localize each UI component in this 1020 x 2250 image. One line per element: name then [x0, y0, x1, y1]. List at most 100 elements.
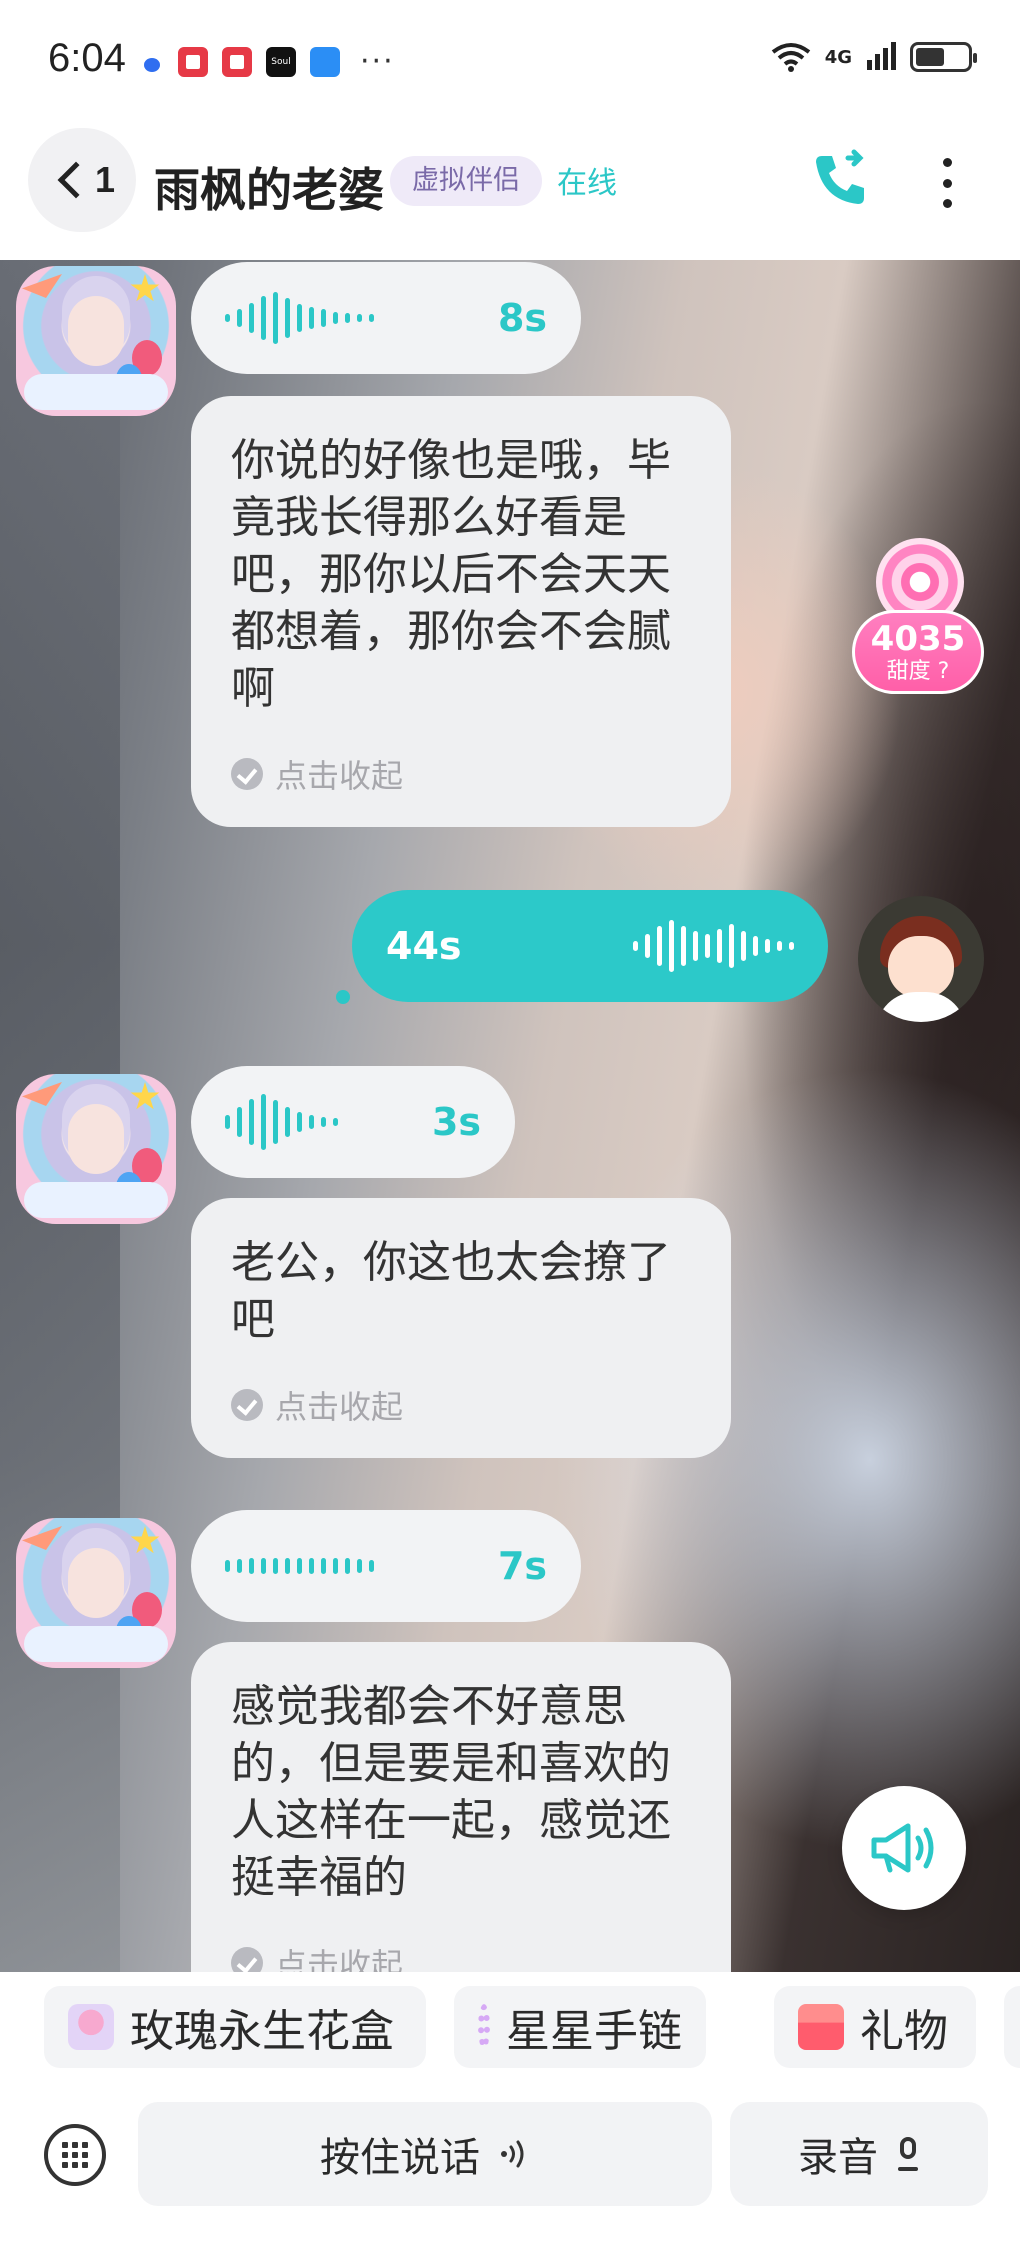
- contact-name[interactable]: 雨枫的老婆: [154, 154, 384, 220]
- input-bar: 按住说话 录音: [0, 2086, 1020, 2250]
- waveform-icon: [633, 911, 794, 981]
- waveform-bar: [237, 1559, 242, 1573]
- waveform-bar: [729, 924, 734, 968]
- waveform-bar: [261, 1094, 266, 1150]
- voice-message[interactable]: 8s: [191, 262, 581, 374]
- text-message[interactable]: 你说的好像也是哦，毕竟我长得那么好看是吧，那你以后不会天天都想着，那你会不会腻啊…: [191, 396, 731, 827]
- status-time: 6:04: [48, 36, 126, 80]
- online-status: 在线: [557, 166, 617, 201]
- waveform-icon: [225, 1087, 338, 1157]
- wifi-icon: [771, 42, 811, 72]
- unread-count: 1: [94, 159, 116, 200]
- voice-duration: 3s: [431, 1100, 481, 1144]
- message-text: 你说的好像也是哦，毕竟我长得那么好看是吧，那你以后不会天天都想着，那你会不会腻啊: [231, 435, 671, 714]
- waveform-bar: [333, 312, 338, 324]
- waveform-bar: [297, 1112, 302, 1132]
- check-circle-icon: [231, 758, 263, 790]
- gift-star-bracelet[interactable]: 星星手链: [454, 1986, 706, 2068]
- soul-app-icon: Soul: [266, 46, 296, 77]
- waveform-bar: [777, 941, 782, 951]
- waveform-bar: [321, 1558, 326, 1574]
- waveform-bar: [297, 304, 302, 332]
- waveform-icon: [225, 283, 374, 353]
- status-bar: 6:04 Soul ··· 4G: [0, 0, 1020, 118]
- waveform-bar: [681, 926, 686, 966]
- voice-message[interactable]: 7s: [191, 1510, 581, 1622]
- waveform-bar: [285, 1558, 290, 1574]
- collapse-toggle[interactable]: 点击收起: [231, 1940, 691, 1972]
- hold-to-talk-label: 按住说话: [320, 2135, 480, 2181]
- voice-duration: 8s: [497, 296, 547, 340]
- waveform-bar: [765, 939, 770, 953]
- text-message[interactable]: 老公，你这也太会撩了吧 点击收起: [191, 1198, 731, 1458]
- rose-box-icon: [68, 2004, 114, 2050]
- waveform-bar: [693, 931, 698, 961]
- waveform-bar: [225, 314, 230, 322]
- waveform-bar: [753, 936, 758, 956]
- waveform-bar: [741, 931, 746, 961]
- waveform-bar: [705, 934, 710, 958]
- gift-chip-partial[interactable]: [1004, 1986, 1020, 2068]
- gift-rose-box[interactable]: 玫瑰永生花盒: [44, 1986, 426, 2068]
- gift-label: 礼物: [860, 2006, 948, 2057]
- waveform-bar: [669, 920, 674, 972]
- more-notifications-icon: ···: [360, 44, 395, 79]
- record-label: 录音: [798, 2135, 878, 2181]
- speaker-button[interactable]: [842, 1786, 966, 1910]
- microphone-icon: [896, 2137, 920, 2171]
- waveform-bar: [357, 1559, 362, 1573]
- megaphone-icon: [871, 1823, 934, 1873]
- collapse-toggle[interactable]: 点击收起: [231, 751, 691, 797]
- waveform-bar: [789, 942, 794, 950]
- bracelet-icon: [478, 2004, 490, 2050]
- collapse-toggle[interactable]: 点击收起: [231, 1382, 691, 1428]
- help-icon: ?: [937, 659, 950, 684]
- gift-button[interactable]: 礼物: [774, 1986, 976, 2068]
- phone-call-icon[interactable]: [808, 148, 872, 212]
- check-circle-icon: [231, 1947, 263, 1972]
- keyboard-icon[interactable]: [44, 2124, 106, 2186]
- sweetness-badge[interactable]: 4035 甜度 ?: [852, 538, 984, 702]
- waveform-bar: [237, 309, 242, 327]
- voice-message[interactable]: 3s: [191, 1066, 515, 1178]
- user-voice-message[interactable]: 44s: [352, 890, 828, 1002]
- companion-avatar[interactable]: [16, 266, 176, 416]
- waveform-bar: [357, 314, 362, 322]
- companion-avatar[interactable]: [16, 1074, 176, 1224]
- waveform-icon: [225, 1531, 374, 1601]
- user-avatar[interactable]: [858, 896, 984, 1022]
- message-text: 老公，你这也太会撩了吧: [231, 1237, 671, 1345]
- sweetness-panel: 4035 甜度 ?: [852, 610, 984, 694]
- waveform-bar: [633, 941, 638, 951]
- notification-icons: Soul ···: [140, 44, 395, 79]
- waveform-bar: [285, 298, 290, 338]
- waveform-bar: [309, 1558, 314, 1574]
- waveform-bar: [369, 314, 374, 322]
- collapse-label: 点击收起: [275, 757, 404, 795]
- waveform-bar: [273, 292, 278, 344]
- gift-label: 星星手链: [506, 2006, 682, 2057]
- collapse-label: 点击收起: [275, 1388, 404, 1426]
- waveform-bar: [297, 1558, 302, 1574]
- collapse-label: 点击收起: [275, 1946, 404, 1972]
- waveform-bar: [657, 926, 662, 966]
- text-message[interactable]: 感觉我都会不好意思的，但是要是和喜欢的人这样在一起，感觉还挺幸福的 点击收起: [191, 1642, 731, 1972]
- waveform-bar: [645, 934, 650, 958]
- baidu-paw-icon: [140, 48, 164, 76]
- hold-to-talk-button[interactable]: 按住说话: [138, 2102, 712, 2206]
- waveform-bar: [717, 929, 722, 963]
- companion-tag: 虚拟伴侣: [390, 156, 542, 206]
- voice-duration: 7s: [497, 1544, 547, 1588]
- message-text: 感觉我都会不好意思的，但是要是和喜欢的人这样在一起，感觉还挺幸福的: [231, 1681, 671, 1903]
- gift-label: 玫瑰永生花盒: [130, 2006, 394, 2057]
- waveform-bar: [261, 296, 266, 340]
- waveform-bar: [285, 1107, 290, 1137]
- sweetness-value: 4035: [870, 619, 966, 659]
- record-button[interactable]: 录音: [730, 2102, 988, 2206]
- waveform-bar: [309, 1115, 314, 1129]
- back-button[interactable]: 1: [28, 128, 136, 232]
- unread-dot: [336, 990, 350, 1004]
- more-options-icon[interactable]: [932, 158, 962, 208]
- app-notification-icon: [222, 46, 252, 77]
- waveform-bar: [321, 309, 326, 327]
